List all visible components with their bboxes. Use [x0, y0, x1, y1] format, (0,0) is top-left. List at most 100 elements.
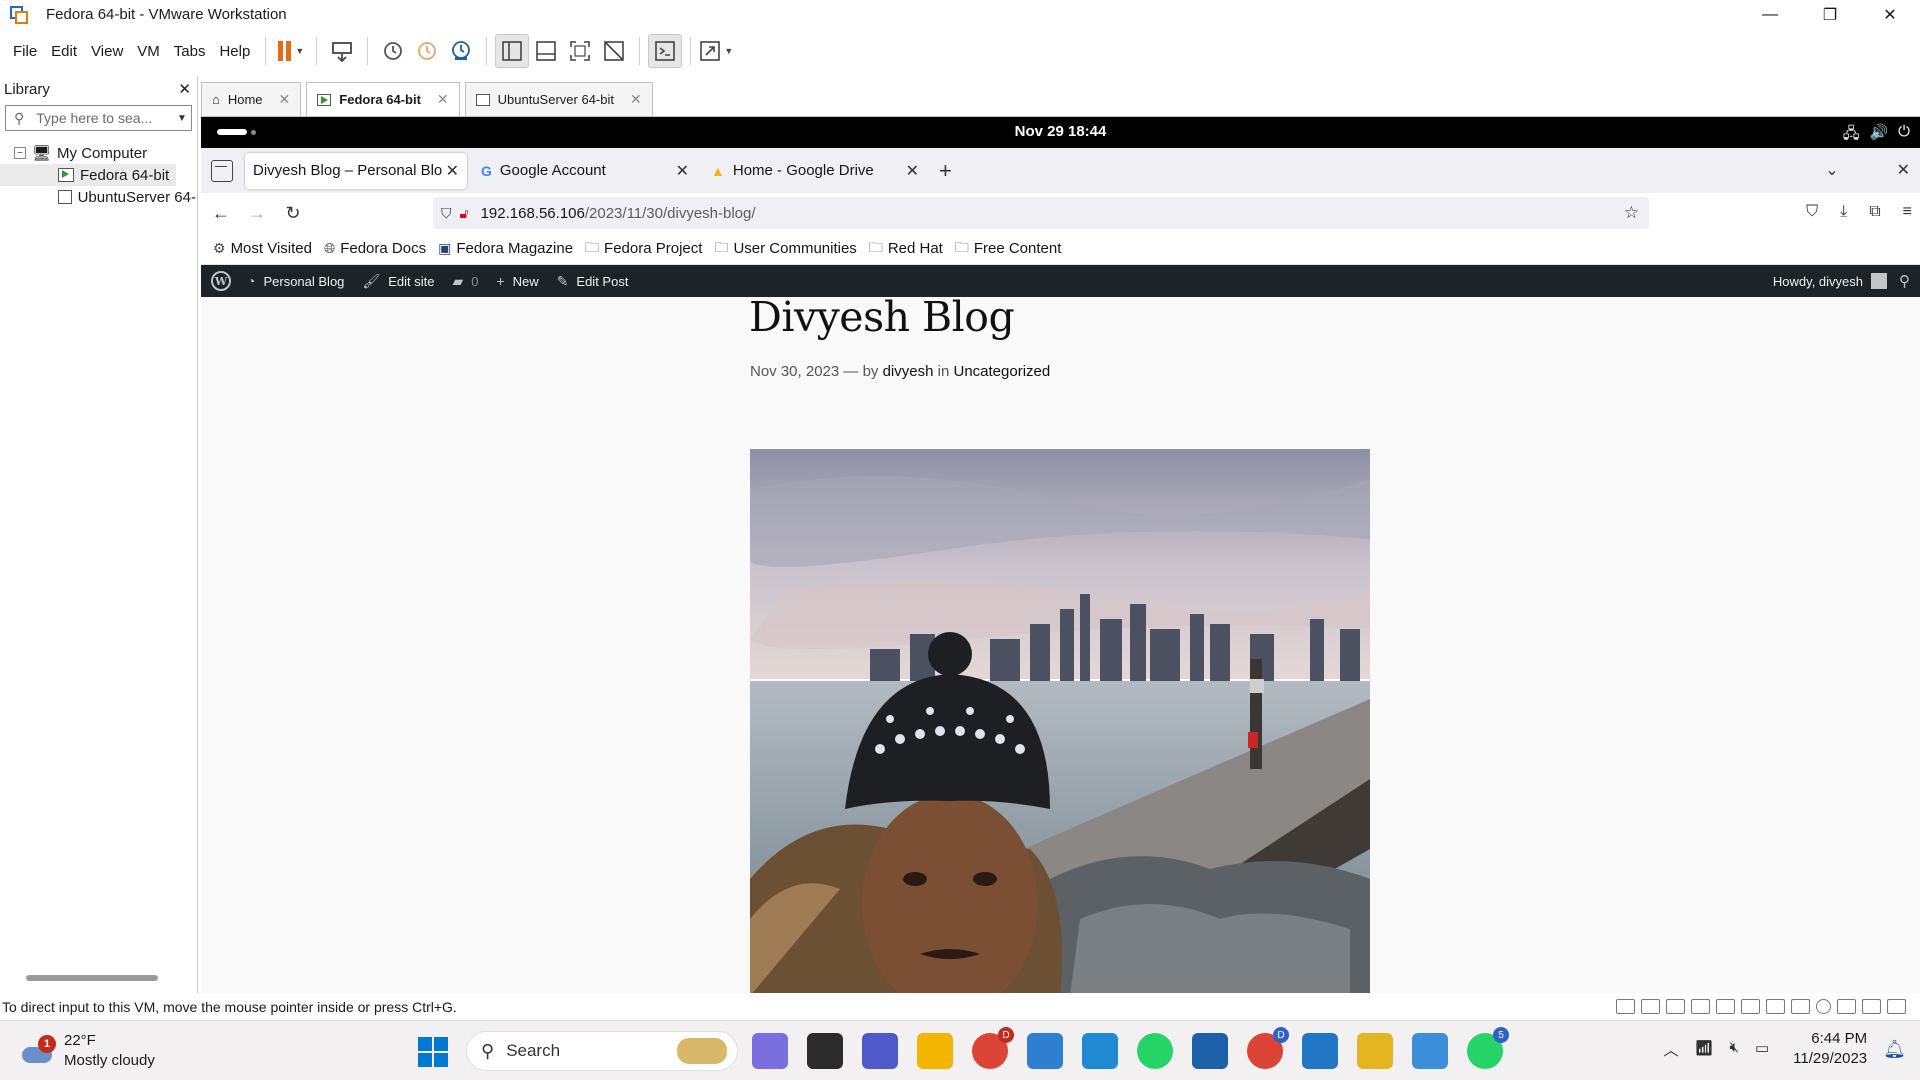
hard-disk-icon[interactable] — [1741, 999, 1760, 1014]
search-icon[interactable]: ⚲ — [1899, 272, 1910, 290]
chevron-up-icon[interactable]: ︿ — [1663, 1039, 1678, 1060]
library-search-input[interactable]: ⚲ Type here to sea... ▼ — [5, 105, 192, 131]
bookmark-fedora-magazine[interactable]: ▣ Fedora Magazine — [438, 240, 573, 257]
network-adapter-icon[interactable] — [1837, 999, 1856, 1014]
back-icon[interactable]: ← — [203, 203, 239, 224]
gnome-status-menu[interactable]: 🖧 🔊 ⏻ — [1843, 123, 1910, 148]
send-ctrl-alt-del-button[interactable] — [325, 34, 359, 68]
file-explorer-app-icon[interactable] — [917, 1033, 953, 1069]
bookmark-free-content[interactable]: 🗀 Free Content — [955, 237, 1062, 261]
speaker-muted-icon[interactable]: 🔇︎ — [1730, 1039, 1739, 1060]
library-close-icon[interactable]: ✕ — [178, 80, 191, 98]
menu-view[interactable]: View — [84, 43, 130, 60]
chevron-down-icon[interactable]: ▼ — [173, 113, 191, 124]
notepad-app-icon[interactable] — [1027, 1033, 1063, 1069]
new-tab-button[interactable]: + — [939, 158, 952, 184]
chrome-profile-app-icon[interactable]: D — [1247, 1027, 1289, 1069]
close-icon[interactable]: ✕ — [446, 161, 459, 181]
tab-ubuntu[interactable]: UbuntuServer 64-bit ✕ — [464, 82, 653, 116]
close-window-icon[interactable]: ✕ — [1897, 160, 1910, 180]
copilot-app-icon[interactable] — [752, 1033, 788, 1069]
tree-item-ubuntu[interactable]: UbuntuServer 64- — [0, 186, 196, 208]
pocket-icon[interactable]: ⛉ — [1806, 203, 1818, 221]
suspend-button[interactable]: ▼ — [274, 34, 308, 68]
hard-disk-icon[interactable] — [1716, 999, 1735, 1014]
menu-tabs[interactable]: Tabs — [167, 43, 213, 60]
post-category-link[interactable]: Uncategorized — [953, 363, 1050, 380]
bookmark-fedora-project[interactable]: 🗀 Fedora Project — [585, 237, 702, 261]
python-app-icon[interactable] — [1357, 1033, 1393, 1069]
guest-display[interactable]: Nov 29 18:44 🖧 🔊 ⏻ Divyesh Blog – Person… — [201, 116, 1920, 993]
hard-disk-icon[interactable] — [1691, 999, 1710, 1014]
browser-tab-google-drive[interactable]: ▲ Home - Google Drive ✕ — [703, 153, 927, 189]
close-icon[interactable]: ✕ — [437, 91, 449, 108]
teams-app-icon[interactable] — [862, 1033, 898, 1069]
extensions-icon[interactable]: ⧉ — [1869, 203, 1880, 221]
downloads-icon[interactable]: ⤓ — [1840, 203, 1847, 221]
unity-button[interactable] — [597, 34, 631, 68]
restore-button[interactable]: ❐ — [1800, 0, 1860, 29]
vscode-app-icon[interactable] — [1082, 1033, 1118, 1069]
console-view-button[interactable] — [648, 34, 683, 68]
library-scrollbar[interactable] — [26, 975, 158, 981]
list-all-tabs-icon[interactable]: ⌄ — [1825, 160, 1838, 180]
close-icon[interactable]: ✕ — [630, 91, 642, 108]
browser-tab-blog[interactable]: Divyesh Blog – Personal Blog ✕ — [245, 152, 467, 189]
url-security-icons[interactable]: ⛉ 🔓︎ — [441, 205, 469, 222]
notification-bell-icon[interactable]: 🔔︎ — [1883, 1039, 1906, 1060]
wp-site-link[interactable]: ◔ Personal Blog — [247, 273, 344, 289]
taskbar-search[interactable]: ⚲ Search — [466, 1031, 738, 1071]
tree-item-my-computer[interactable]: − 🖥 My Computer — [0, 142, 197, 164]
sound-card-icon[interactable] — [1862, 999, 1881, 1014]
close-button[interactable]: ✕ — [1860, 0, 1920, 29]
weather-widget[interactable]: 1 22°F Mostly cloudy — [22, 1031, 155, 1071]
bookmark-fedora-docs[interactable]: 🌐︎ Fedora Docs — [324, 240, 426, 257]
snapshot-manager-button[interactable] — [444, 34, 478, 68]
tab-fedora[interactable]: Fedora 64-bit ✕ — [306, 82, 460, 116]
whatsapp-2-app-icon[interactable]: 5 — [1467, 1027, 1509, 1069]
hard-disk-icon[interactable] — [1616, 999, 1635, 1014]
bookmark-most-visited[interactable]: ⚙ Most Visited — [213, 240, 312, 257]
menu-file[interactable]: File — [6, 43, 44, 60]
wp-my-account[interactable]: Howdy, divyesh — [1773, 273, 1887, 289]
menu-help[interactable]: Help — [212, 43, 257, 60]
cd-rom-icon[interactable] — [1816, 999, 1831, 1014]
close-icon[interactable]: ✕ — [906, 161, 919, 181]
whatsapp-app-icon[interactable] — [1137, 1033, 1173, 1069]
url-bar[interactable]: ⛉ 🔓︎ 192.168.56.106/2023/11/30/divyesh-b… — [433, 197, 1649, 229]
minimize-button[interactable]: — — [1740, 0, 1800, 29]
start-button[interactable] — [418, 1037, 448, 1067]
wifi-icon[interactable]: 📶︎ — [1694, 1039, 1713, 1060]
post-author-link[interactable]: divyesh — [883, 363, 934, 380]
virtualbox-app-icon[interactable] — [1192, 1033, 1228, 1069]
thumbnail-bar-button[interactable] — [529, 34, 563, 68]
vmware-app-icon[interactable] — [1302, 1033, 1338, 1069]
terminal-app-icon[interactable] — [807, 1033, 843, 1069]
tree-item-fedora[interactable]: Fedora 64-bit — [0, 164, 176, 186]
stretch-guest-button[interactable]: ▼ — [699, 34, 733, 68]
wordpress-logo-icon[interactable]: W — [211, 271, 231, 291]
taskbar-clock[interactable]: 6:44 PM 11/29/2023 — [1793, 1029, 1867, 1069]
battery-icon[interactable]: ▭ — [1755, 1039, 1769, 1060]
snapshot-take-button[interactable] — [376, 34, 410, 68]
bookmark-red-hat[interactable]: 🗀 Red Hat — [869, 237, 943, 261]
firefox-view-icon[interactable] — [211, 159, 233, 182]
collapse-icon[interactable]: − — [14, 147, 26, 159]
menu-edit[interactable]: Edit — [44, 43, 84, 60]
chrome-app-icon[interactable]: D — [972, 1027, 1014, 1069]
wp-edit-post[interactable]: ✎ Edit Post — [557, 273, 629, 290]
post-date[interactable]: Nov 30, 2023 — [750, 363, 839, 380]
reload-icon[interactable]: ↻ — [275, 203, 311, 224]
hard-disk-icon[interactable] — [1641, 999, 1660, 1014]
hard-disk-icon[interactable] — [1791, 999, 1810, 1014]
paint-app-icon[interactable] — [1412, 1033, 1448, 1069]
gnome-clock[interactable]: Nov 29 18:44 — [201, 123, 1920, 140]
forward-icon[interactable]: → — [239, 203, 275, 224]
message-log-icon[interactable] — [1887, 999, 1906, 1014]
wp-edit-site[interactable]: 🖌︎ Edit site — [362, 273, 434, 290]
wp-new[interactable]: + New — [496, 273, 538, 289]
bookmark-star-icon[interactable]: ☆ — [1624, 203, 1639, 223]
browser-tab-google-account[interactable]: G Google Account ✕ — [473, 153, 697, 189]
close-icon[interactable]: ✕ — [279, 91, 291, 108]
hard-disk-icon[interactable] — [1666, 999, 1685, 1014]
